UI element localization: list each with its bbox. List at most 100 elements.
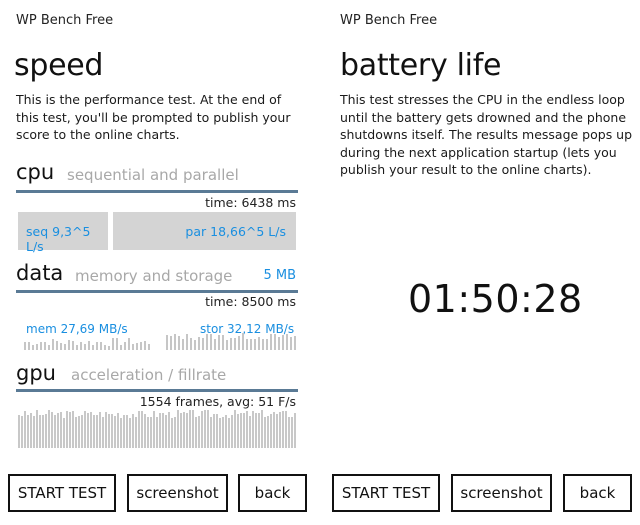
graph-bar [114, 416, 116, 448]
graph-bar [166, 335, 168, 350]
graph-bar [279, 412, 281, 448]
graph-bar [56, 341, 58, 350]
screenshot-button[interactable]: screenshot [451, 474, 552, 512]
graph-bar [87, 413, 89, 448]
graph-bar [273, 412, 275, 448]
graph-bar [147, 417, 149, 448]
graph-bar [230, 338, 232, 350]
graph-bar [204, 410, 206, 448]
graph-bar [258, 337, 260, 350]
graph-bar [189, 410, 191, 448]
graph-bar [60, 412, 62, 448]
data-time: time: 8500 ms [205, 294, 296, 309]
graph-bar [96, 342, 98, 350]
graph-bar [45, 414, 47, 448]
graph-bar [144, 414, 146, 448]
graph-bar [126, 415, 128, 448]
start-test-button[interactable]: START TEST [8, 474, 116, 512]
graph-bar [214, 339, 216, 350]
graph-bar [132, 344, 134, 350]
graph-bar [33, 416, 35, 448]
graph-bar [40, 342, 42, 350]
graph-bar [36, 410, 38, 448]
battery-timer: 01:50:28 [408, 277, 583, 321]
graph-bar [27, 415, 29, 448]
graph-bar [51, 412, 53, 448]
data-subtitle: memory and storage [75, 267, 233, 285]
graph-bar [250, 339, 252, 350]
graph-bar [278, 337, 280, 350]
page-title: battery life [340, 48, 502, 83]
graph-bar [171, 418, 173, 448]
graph-bar [180, 413, 182, 448]
mem-label: mem 27,69 MB/s [26, 322, 128, 336]
graph-bar [288, 417, 290, 448]
graph-bar [84, 344, 86, 350]
graph-bar [24, 411, 26, 448]
mem-bars [24, 336, 159, 350]
graph-bar [57, 413, 59, 448]
graph-bar [75, 417, 77, 448]
graph-bar [21, 416, 23, 448]
data-title: data [16, 261, 64, 285]
screenshot-button[interactable]: screenshot [127, 474, 228, 512]
cpu-par-result: par 18,66^5 L/s [113, 212, 296, 250]
graph-bar [206, 334, 208, 350]
graph-bar [243, 413, 245, 448]
graph-bar [135, 417, 137, 448]
graph-bar [228, 418, 230, 448]
graph-bar [177, 410, 179, 448]
graph-bar [254, 339, 256, 350]
graph-bar [210, 334, 212, 350]
app-name: WP Bench Free [340, 13, 438, 28]
graph-bar [291, 417, 293, 448]
graph-bar [234, 338, 236, 350]
graph-bar [64, 344, 66, 350]
graph-bar [286, 334, 288, 350]
graph-bar [116, 338, 118, 350]
graph-bar [238, 336, 240, 350]
graph-bar [194, 340, 196, 350]
graph-bar [148, 344, 150, 350]
graph-bar [162, 413, 164, 448]
graph-bar [276, 414, 278, 448]
start-test-button[interactable]: START TEST [332, 474, 440, 512]
graph-bar [294, 336, 296, 350]
data-size: 5 MB [263, 268, 296, 283]
graph-bar [246, 339, 248, 350]
graph-bar [231, 415, 233, 448]
graph-bar [69, 412, 71, 448]
graph-bar [117, 413, 119, 448]
graph-bar [262, 339, 264, 350]
graph-bar [270, 414, 272, 448]
data-divider [16, 290, 298, 293]
back-button[interactable]: back [238, 474, 307, 512]
graph-bar [285, 411, 287, 448]
graph-bar [120, 345, 122, 350]
graph-bar [141, 411, 143, 448]
graph-bar [255, 413, 257, 448]
graph-bar [76, 345, 78, 350]
graph-bar [140, 342, 142, 350]
graph-bar [282, 335, 284, 350]
graph-bar [66, 411, 68, 448]
graph-bar [274, 334, 276, 350]
back-button[interactable]: back [563, 474, 632, 512]
gpu-divider [16, 389, 298, 392]
cpu-seq-result: seq 9,3^5 L/s [18, 212, 108, 254]
graph-bar [92, 345, 94, 350]
graph-bar [198, 416, 200, 448]
graph-bar [24, 342, 26, 350]
graph-bar [201, 411, 203, 448]
graph-bar [170, 336, 172, 350]
description: This is the performance test. At the end… [16, 92, 291, 142]
graph-bar [182, 339, 184, 350]
graph-bar [52, 339, 54, 350]
graph-bar [190, 338, 192, 350]
graph-bar [28, 342, 30, 350]
graph-bar [234, 410, 236, 448]
graph-bar [138, 411, 140, 448]
graph-bar [222, 335, 224, 350]
graph-bar [252, 411, 254, 448]
graph-bar [261, 410, 263, 448]
